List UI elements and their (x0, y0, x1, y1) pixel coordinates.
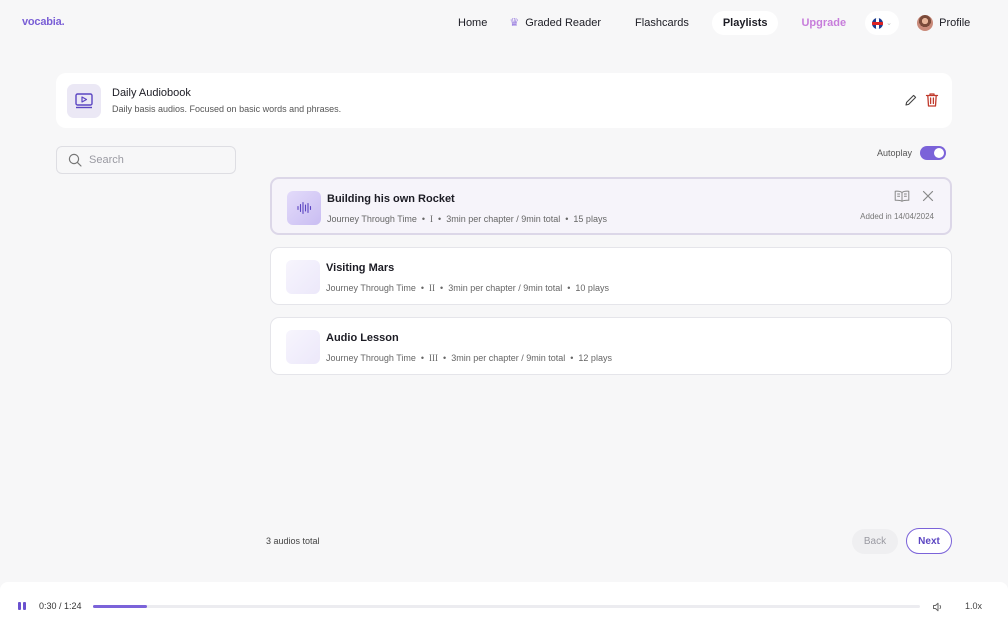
chevron-down-icon: ⌄ (886, 20, 893, 27)
track-meta: Journey Through Time • I • 3min per chapter … (327, 214, 607, 224)
track-title: Visiting Mars (326, 262, 395, 274)
track-thumbnail (286, 260, 320, 294)
track-meta: Journey Through Time • III • 3min per chapte… (326, 353, 612, 363)
track-duration: 3min per chapter / 9min total (446, 214, 561, 224)
volume-icon[interactable] (932, 600, 944, 618)
nav-graded-reader-label: Graded Reader (525, 17, 602, 29)
track-chapter: III (429, 353, 439, 363)
profile-menu[interactable]: Profile (917, 15, 970, 31)
next-button[interactable]: Next (906, 528, 952, 554)
track-item[interactable]: Building his own Rocket Journey Through … (270, 177, 952, 235)
search-box[interactable] (56, 146, 236, 174)
nav-playlists[interactable]: Playlists (711, 11, 779, 35)
track-added-date: Added in 14/04/2024 (860, 212, 934, 221)
track-plays: 12 plays (578, 353, 612, 363)
top-nav: Home ♛ Graded Reader Flashcards Playlist… (447, 11, 970, 35)
track-chapter: I (430, 214, 434, 224)
delete-icon[interactable] (925, 92, 939, 113)
track-series: Journey Through Time (327, 214, 417, 224)
track-chapter: II (429, 283, 436, 293)
track-duration: 3min per chapter / 9min total (451, 353, 566, 363)
track-title: Building his own Rocket (327, 193, 455, 205)
track-series: Journey Through Time (326, 283, 416, 293)
close-icon[interactable] (922, 190, 934, 202)
track-actions (894, 190, 934, 202)
nav-upgrade[interactable]: Upgrade (790, 11, 857, 35)
track-thumbnail (286, 330, 320, 364)
back-button[interactable]: Back (852, 529, 898, 554)
book-icon[interactable] (894, 190, 910, 202)
nav-home[interactable]: Home (447, 11, 498, 35)
playlist-header: Daily Audiobook Daily basis audios. Focu… (56, 73, 952, 128)
playlist-video-icon (67, 84, 101, 118)
uk-flag-icon (872, 17, 884, 29)
autoplay-toggle[interactable] (920, 146, 947, 160)
playlist-title: Daily Audiobook (112, 87, 191, 99)
audio-player: 0:30 / 1:24 1.0x (0, 582, 1008, 630)
track-plays: 10 plays (575, 283, 609, 293)
pause-icon[interactable] (18, 602, 26, 610)
nav-graded-reader[interactable]: ♛ Graded Reader (498, 11, 612, 35)
track-item[interactable]: Visiting Mars Journey Through Time • II • 3m… (270, 247, 952, 305)
search-input[interactable] (89, 154, 219, 166)
track-meta: Journey Through Time • II • 3min per chapter… (326, 283, 609, 293)
track-title: Audio Lesson (326, 332, 399, 344)
playback-time: 0:30 / 1:24 (39, 601, 82, 611)
nav-flashcards[interactable]: Flashcards (624, 11, 700, 35)
progress-fill (93, 605, 147, 608)
crown-icon: ♛ (509, 17, 520, 29)
search-icon (68, 153, 82, 167)
audio-count: 3 audios total (266, 536, 320, 546)
avatar (917, 15, 934, 31)
progress-bar[interactable] (93, 605, 920, 608)
autoplay-control: Autoplay (877, 146, 947, 160)
playlist-description: Daily basis audios. Focused on basic wor… (112, 104, 342, 114)
track-plays: 15 plays (573, 214, 607, 224)
autoplay-label: Autoplay (877, 148, 913, 158)
edit-icon[interactable] (904, 93, 918, 112)
app-logo[interactable]: vocabia. (22, 16, 65, 28)
track-thumbnail (287, 191, 321, 225)
track-item[interactable]: Audio Lesson Journey Through Time • III • 3m… (270, 317, 952, 375)
profile-label: Profile (939, 17, 971, 29)
track-series: Journey Through Time (326, 353, 416, 363)
language-selector[interactable]: ⌄ (865, 11, 900, 35)
audio-wave-icon (297, 201, 312, 215)
track-duration: 3min per chapter / 9min total (448, 283, 563, 293)
playback-speed[interactable]: 1.0x (965, 601, 982, 611)
